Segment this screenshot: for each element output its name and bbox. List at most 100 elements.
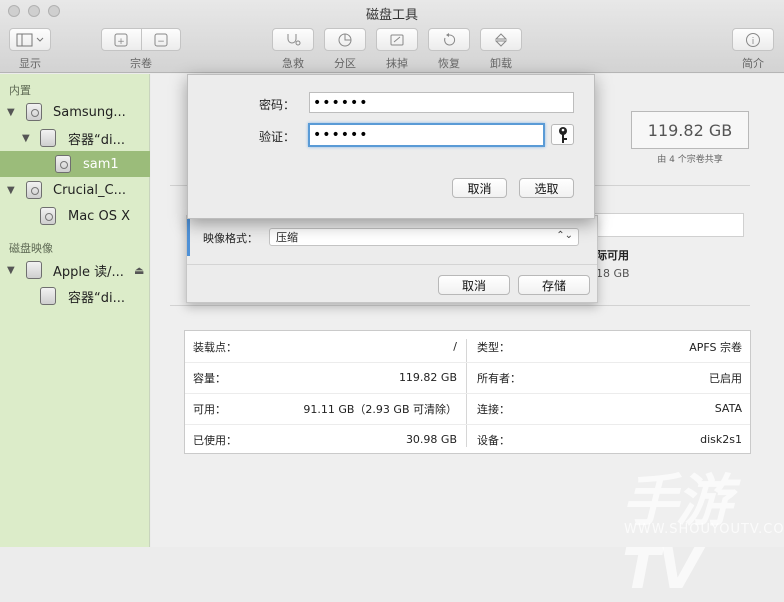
info-label: 类型：	[477, 340, 510, 354]
password-assistant-button[interactable]	[551, 124, 574, 145]
save-sheet-cancel-button[interactable]: 取消	[438, 275, 510, 295]
sidebar-item-label: Apple 读/...	[53, 264, 124, 280]
internal-section-header: 内置	[9, 84, 31, 97]
eject-icon[interactable]: ⏏	[134, 264, 144, 277]
usage-bar	[590, 213, 744, 237]
info-row-type: 类型： APFS 宗卷	[469, 331, 750, 362]
window-title: 磁盘工具	[365, 8, 418, 23]
pie-chart-icon	[338, 33, 352, 46]
sidebar-item-label: 容器“di...	[68, 132, 125, 148]
sidebar: 内置 ▼ Samsung... ▼ 容器“di... sam1 ▼ Crucia…	[0, 74, 150, 547]
stethoscope-icon	[287, 33, 301, 45]
info-label: 所有者：	[477, 371, 521, 385]
watermark-url: WWW.SHOUYOUTV.COM	[624, 522, 784, 537]
volume-disk-icon	[55, 155, 71, 173]
info-row-used: 已使用： 30.98 GB	[185, 424, 465, 455]
info-label: 连接：	[477, 402, 510, 416]
volume-disk-icon	[40, 207, 56, 225]
sidebar-item-label: Samsung...	[53, 104, 126, 120]
sidebar-item-samsung[interactable]: ▼ Samsung...	[0, 99, 150, 125]
info-value: APFS 宗卷	[689, 340, 742, 354]
info-button[interactable]: i	[732, 28, 774, 51]
save-button[interactable]: 存储	[518, 275, 590, 295]
image-format-label: 映像格式：	[203, 232, 258, 245]
info-label: 容量：	[193, 371, 226, 385]
sidebar-item-sam1[interactable]: sam1	[0, 151, 150, 177]
restore-icon	[444, 32, 456, 45]
sidebar-view-icon	[16, 33, 44, 46]
sidebar-item-label: 容器“di...	[68, 290, 125, 306]
first-aid-button[interactable]	[272, 28, 314, 51]
password-field[interactable]: ••••••	[309, 92, 574, 113]
info-value: 30.98 GB	[405, 433, 457, 446]
container-disk-icon	[40, 287, 56, 305]
volume-info-table: 装载点： / 容量： 119.82 GB 可用： 91.11 GB（2.93 G…	[184, 330, 751, 454]
sidebar-item-label: sam1	[83, 156, 119, 172]
info-row-mount-point: 装载点： /	[185, 331, 465, 362]
password-label: 密码：	[258, 98, 295, 112]
restore-label: 恢复	[438, 57, 460, 70]
disclosure-triangle-icon[interactable]: ▼	[7, 107, 15, 118]
container-disk-icon	[40, 129, 56, 147]
info-icon: i	[746, 32, 760, 47]
internal-disk-icon	[26, 103, 42, 121]
toolbar: 磁盘工具 显示 + − 宗卷 急救 分区 抹掉 恢复 卸载 i 简介	[0, 0, 784, 73]
key-icon	[558, 126, 567, 143]
svg-text:−: −	[157, 37, 165, 47]
info-value: disk2s1	[700, 433, 742, 446]
disk-images-section-header: 磁盘映像	[9, 242, 53, 255]
info-value: 91.11 GB（2.93 GB 可清除）	[303, 402, 457, 416]
available-column-value: 18 GB	[596, 267, 630, 280]
sidebar-item-crucial[interactable]: ▼ Crucial_C...	[0, 177, 150, 203]
password-cancel-button[interactable]: 取消	[452, 178, 507, 198]
sidebar-item-macosx[interactable]: Mac OS X	[0, 203, 150, 229]
svg-text:i: i	[752, 37, 755, 47]
info-label: 已使用：	[193, 433, 237, 447]
volume-label: 宗卷	[130, 57, 152, 70]
info-value: 119.82 GB	[398, 371, 457, 384]
sidebar-item-container[interactable]: ▼ 容器“di...	[0, 125, 150, 151]
info-row-available: 可用： 91.11 GB（2.93 GB 可清除）	[185, 393, 465, 424]
erase-icon	[390, 34, 404, 45]
view-button[interactable]	[9, 28, 51, 51]
info-label: 设备：	[477, 433, 510, 447]
info-row-connection: 连接： SATA	[469, 393, 750, 424]
disclosure-triangle-icon[interactable]: ▼	[7, 185, 15, 196]
internal-disk-icon	[26, 181, 42, 199]
info-row-device: 设备： disk2s1	[469, 424, 750, 455]
unmount-button[interactable]	[480, 28, 522, 51]
info-label: 简介	[742, 57, 764, 70]
eject-icon	[494, 32, 508, 47]
image-format-select[interactable]: 压缩 ⌃⌄	[269, 228, 579, 246]
verify-label: 验证：	[258, 130, 295, 144]
capacity-box: 119.82 GB	[631, 111, 749, 149]
info-label: 可用：	[193, 402, 226, 416]
view-label: 显示	[19, 57, 41, 70]
info-row-owners: 所有者： 已启用	[469, 362, 750, 393]
shared-volumes-note: 由 4 个宗卷共享	[657, 155, 723, 165]
info-value: SATA	[714, 402, 742, 415]
divider	[170, 305, 750, 306]
available-column-label: 际可用	[596, 249, 629, 262]
verify-password-field[interactable]: ••••••	[308, 123, 545, 147]
sidebar-item-apple-image[interactable]: ▼ Apple 读/... ⏏	[0, 257, 150, 283]
partition-button[interactable]	[324, 28, 366, 51]
disk-image-icon	[26, 261, 42, 279]
restore-button[interactable]	[428, 28, 470, 51]
image-format-value: 压缩	[276, 231, 298, 244]
svg-text:+: +	[117, 37, 125, 47]
select-arrows-icon: ⌃⌄	[556, 230, 573, 241]
sidebar-item-image-container[interactable]: 容器“di...	[0, 283, 150, 309]
unmount-label: 卸载	[490, 57, 512, 70]
info-value: /	[453, 340, 457, 353]
info-value: 已启用	[709, 371, 742, 385]
partition-label: 分区	[334, 57, 356, 70]
disclosure-triangle-icon[interactable]: ▼	[22, 133, 30, 144]
first-aid-label: 急救	[282, 57, 304, 70]
info-row-capacity: 容量： 119.82 GB	[185, 362, 465, 393]
disclosure-triangle-icon[interactable]: ▼	[7, 265, 15, 276]
erase-label: 抹掉	[386, 57, 408, 70]
erase-button[interactable]	[376, 28, 418, 51]
choose-button[interactable]: 选取	[519, 178, 574, 198]
sidebar-item-label: Mac OS X	[68, 208, 130, 224]
